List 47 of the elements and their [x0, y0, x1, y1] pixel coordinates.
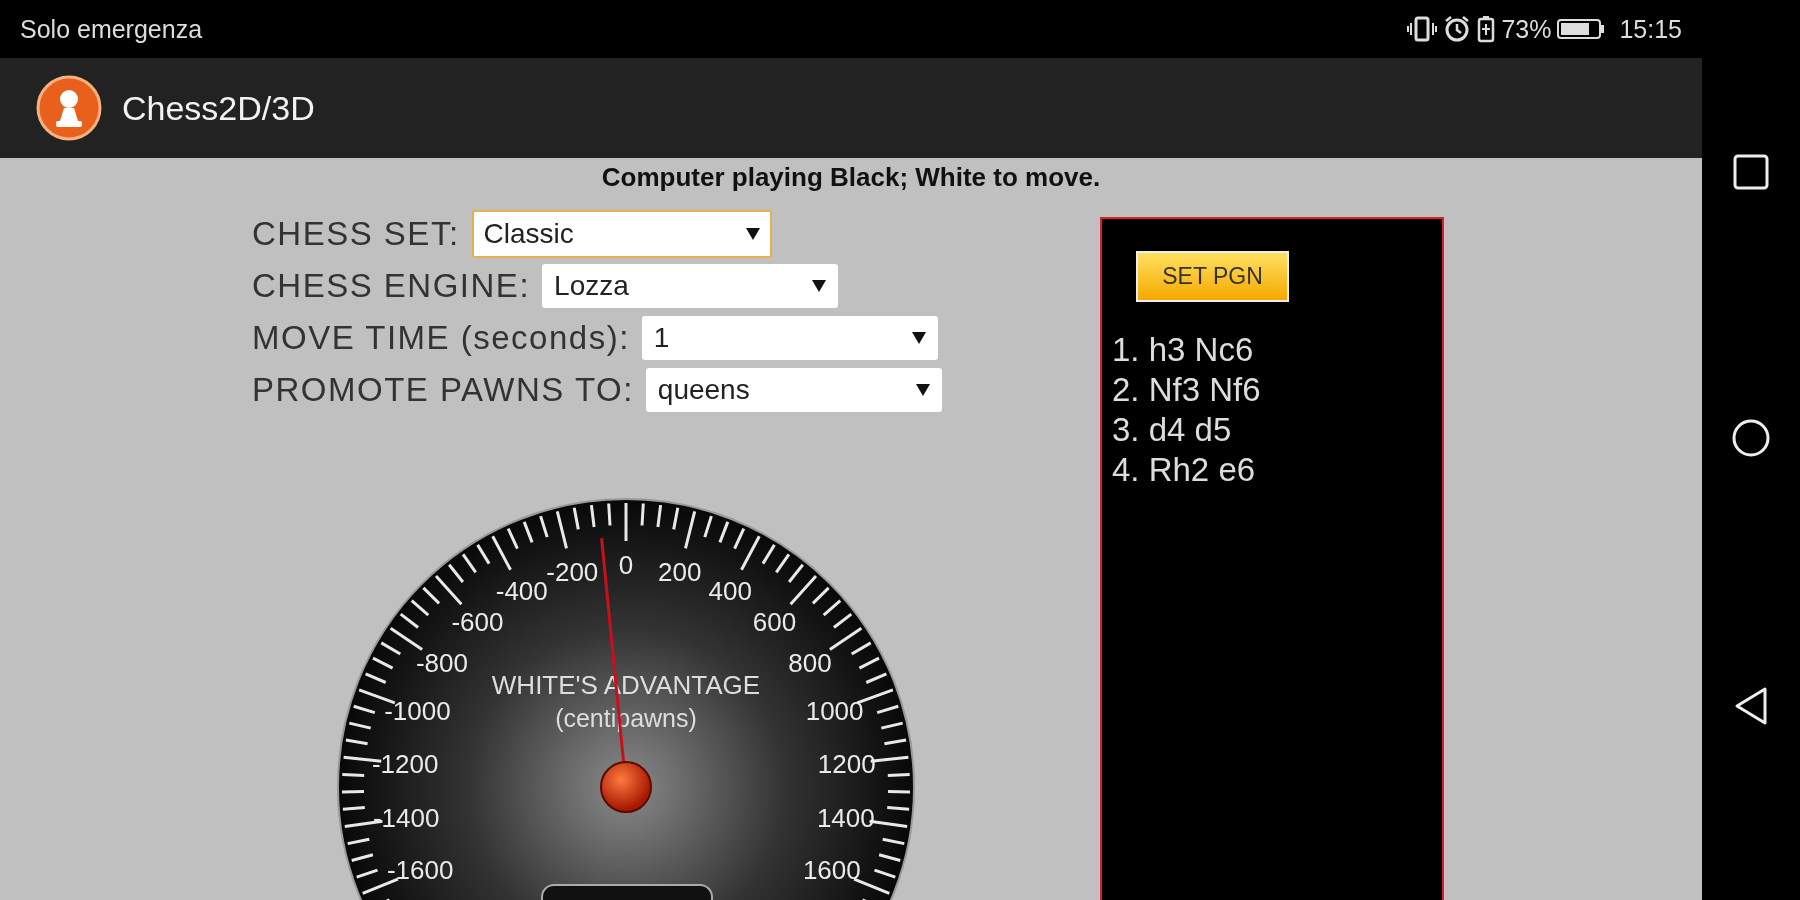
caret-icon — [911, 332, 926, 344]
scale-label: 1600 — [802, 855, 861, 886]
setting-label: CHESS SET: — [252, 215, 460, 253]
scale-label: -1200 — [371, 748, 439, 779]
recent-apps-icon[interactable] — [1733, 154, 1769, 190]
scale-label: 600 — [752, 607, 797, 637]
scale-label: 200 — [658, 556, 702, 587]
scale-label: -600 — [451, 607, 504, 637]
carrier-text: Solo emergenza — [20, 14, 204, 44]
clock-time: 15:15 — [1619, 14, 1682, 44]
set-pgn-button[interactable]: SET PGN — [1136, 251, 1289, 302]
scale-label: -1600 — [386, 855, 454, 886]
dropdown[interactable]: queens — [645, 368, 942, 412]
back-icon[interactable] — [1733, 686, 1769, 726]
scale-label: 400 — [708, 576, 752, 606]
scale-label: -800 — [415, 647, 468, 678]
app-title: Chess2D/3D — [122, 88, 315, 128]
scale-label: 1000 — [805, 696, 864, 727]
app-logo-icon — [36, 75, 102, 141]
dropdown[interactable]: Lozza — [542, 264, 839, 308]
caret-icon — [915, 384, 930, 396]
scale-label: 1400 — [816, 802, 875, 833]
move-entry: 1. h3 Nc6 — [1112, 330, 1255, 370]
dropdown[interactable]: Classic — [471, 210, 772, 258]
caret-icon — [812, 280, 827, 292]
scale-label: 800 — [788, 647, 832, 678]
caret-icon — [745, 228, 760, 240]
dropdown[interactable]: 1 — [641, 316, 938, 360]
setting-label: MOVE TIME (seconds): — [252, 319, 630, 357]
setting-label: CHESS ENGINE: — [252, 267, 531, 305]
battery-icon — [1557, 18, 1606, 40]
needle-hub — [600, 761, 652, 813]
scale-label: 1200 — [817, 748, 876, 779]
move-entry: 4. Rh2 e6 — [1112, 450, 1257, 490]
scale-label: -400 — [495, 576, 548, 606]
vibrate-icon — [1407, 16, 1438, 42]
scale-label: -1000 — [384, 696, 451, 727]
move-entry: 2. Nf3 Nf6 — [1112, 370, 1262, 410]
scale-label: -1400 — [372, 802, 440, 833]
setting-label: PROMOTE PAWNS TO: — [252, 371, 634, 409]
game-status-text: Computer playing Black; White to move. — [600, 162, 1102, 193]
battery-percent: 73% — [1501, 14, 1552, 44]
battery-saver-icon — [1477, 15, 1496, 43]
scale-label: -200 — [546, 556, 599, 587]
home-icon[interactable] — [1731, 418, 1771, 458]
move-entry: 3. d4 d5 — [1112, 410, 1233, 450]
scale-label: 0 — [618, 550, 634, 580]
